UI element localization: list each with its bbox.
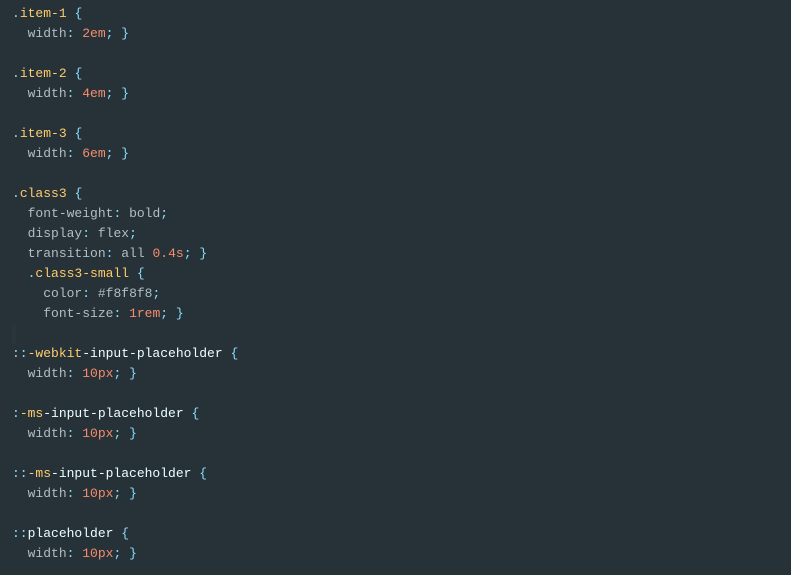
code-line[interactable]: font-size: 1rem; } xyxy=(12,304,791,324)
code-line[interactable] xyxy=(12,384,791,404)
code-line[interactable]: width: 10px; } xyxy=(12,424,791,444)
code-line[interactable]: ::-webkit-input-placeholder { xyxy=(12,344,791,364)
code-line[interactable]: transition: all 0.4s; } xyxy=(12,244,791,264)
code-line[interactable]: width: 10px; } xyxy=(12,544,791,564)
code-line[interactable]: .class3 { xyxy=(12,184,791,204)
code-line[interactable]: font-weight: bold; xyxy=(12,204,791,224)
code-editor[interactable]: .item-1 { width: 2em; } .item-2 { width: … xyxy=(0,4,791,564)
code-line[interactable]: width: 10px; } xyxy=(12,484,791,504)
code-line[interactable]: width: 10px; } xyxy=(12,364,791,384)
code-line[interactable]: :-ms-input-placeholder { xyxy=(12,404,791,424)
code-line[interactable]: display: flex; xyxy=(12,224,791,244)
code-line[interactable]: ::-ms-input-placeholder { xyxy=(12,464,791,484)
code-line[interactable]: width: 4em; } xyxy=(12,84,791,104)
code-line[interactable]: .item-3 { xyxy=(12,124,791,144)
code-line[interactable] xyxy=(12,104,791,124)
code-line[interactable] xyxy=(12,164,791,184)
code-line[interactable]: .class3-small { xyxy=(12,264,791,284)
code-line[interactable] xyxy=(12,444,791,464)
code-line[interactable]: .item-2 { xyxy=(12,64,791,84)
code-line[interactable]: .item-1 { xyxy=(12,4,791,24)
code-line[interactable]: color: #f8f8f8; xyxy=(12,284,791,304)
cursor xyxy=(12,324,16,344)
code-line[interactable]: width: 2em; } xyxy=(12,24,791,44)
code-line[interactable] xyxy=(12,504,791,524)
code-line[interactable] xyxy=(12,324,791,344)
code-line[interactable] xyxy=(12,44,791,64)
code-line[interactable]: width: 6em; } xyxy=(12,144,791,164)
code-line[interactable]: ::placeholder { xyxy=(12,524,791,544)
